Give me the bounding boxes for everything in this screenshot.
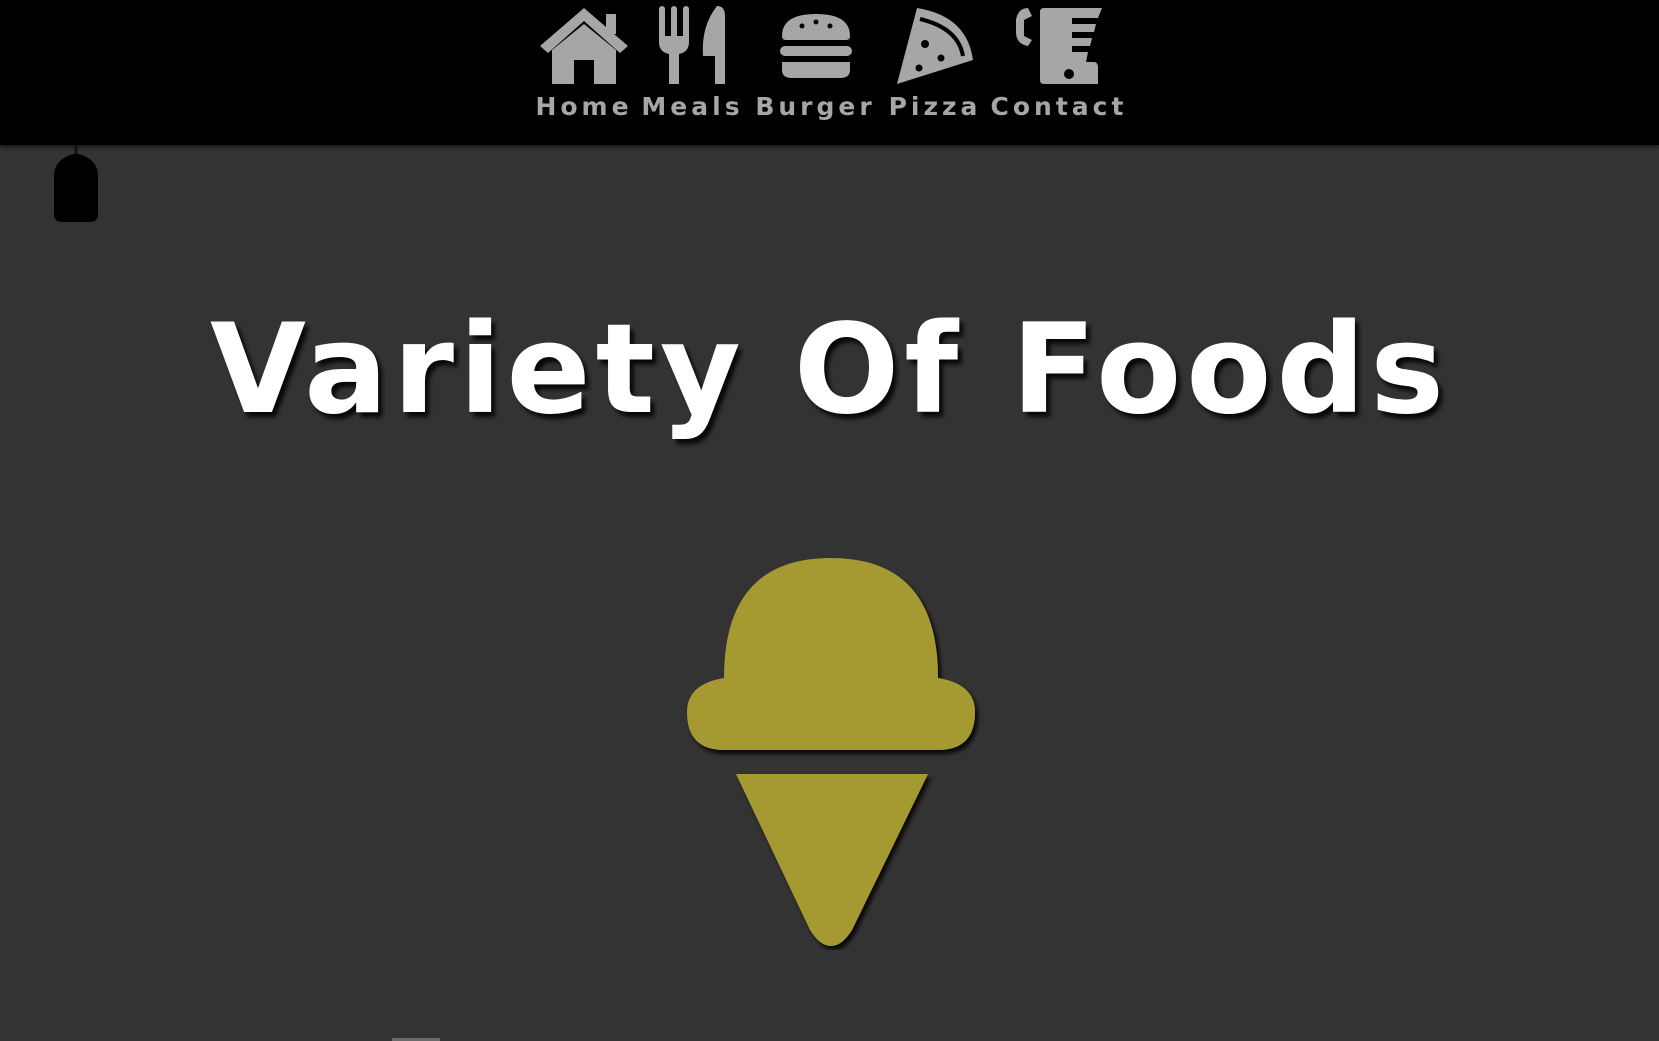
nav-label-meals: Meals	[641, 92, 744, 121]
nav-label-contact: Contact	[990, 92, 1128, 121]
nav-label-burger: Burger	[755, 92, 876, 121]
nav-item-contact[interactable]: Contact	[989, 0, 1129, 130]
phone-icon	[1016, 8, 1102, 84]
hanging-tag	[54, 146, 98, 222]
nav-item-pizza[interactable]: Pizza	[885, 0, 985, 130]
top-navbar: Home Meals Burger Pizza Contact	[0, 0, 1659, 145]
hero-title: Variety Of Foods	[209, 298, 1450, 442]
nav-label-home: Home	[535, 92, 633, 121]
ice-cream-icon	[687, 558, 975, 946]
pizza-icon	[897, 8, 973, 84]
nav-item-meals[interactable]: Meals	[640, 0, 745, 130]
nav-item-home[interactable]: Home	[534, 0, 634, 130]
home-icon	[540, 8, 628, 84]
nav-label-pizza: Pizza	[888, 92, 982, 121]
burger-icon	[779, 14, 852, 78]
utensils-icon	[658, 6, 725, 84]
nav-item-burger[interactable]: Burger	[753, 0, 878, 130]
